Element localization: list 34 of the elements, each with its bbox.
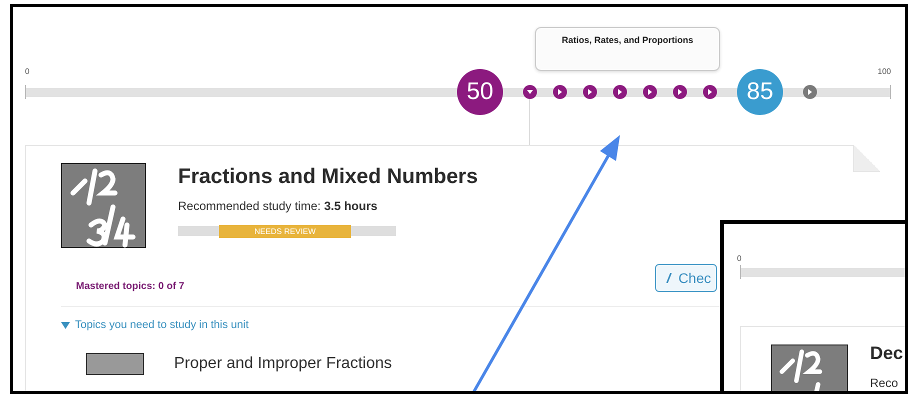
topic-title[interactable]: Proper and Improper Fractions <box>174 355 392 373</box>
step-marker[interactable] <box>523 85 537 99</box>
play-icon <box>557 89 563 95</box>
caret-down-icon <box>527 89 533 95</box>
play-icon <box>707 89 713 95</box>
topic-thumbnail <box>86 353 144 375</box>
mastered-topics-text: Mastered topics: 0 of 7 <box>76 281 184 292</box>
step-marker[interactable] <box>643 85 657 99</box>
play-icon <box>587 89 593 95</box>
unit-title: Fractions and Mixed Numbers <box>178 165 478 189</box>
step-marker[interactable] <box>613 85 627 99</box>
study-time-text: Reco <box>870 376 900 390</box>
check-button[interactable]: Chec <box>655 264 717 292</box>
unit-title: Dec <box>870 343 904 364</box>
topic-tooltip: Ratios, Rates, and Proportions <box>535 27 720 71</box>
scale-start-label: 0 <box>25 67 30 76</box>
step-marker[interactable] <box>673 85 687 99</box>
topics-toggle[interactable]: Topics you need to study in this unit <box>61 319 249 331</box>
play-icon <box>677 89 683 95</box>
pencil-icon <box>666 272 672 282</box>
play-icon <box>807 89 813 95</box>
score-bubble[interactable]: 85 <box>737 69 783 115</box>
scale-end-label: 100 <box>878 67 891 76</box>
caret-icon <box>61 322 70 328</box>
step-marker[interactable] <box>553 85 567 99</box>
study-time-text: Recommended study time: 3.5 hours <box>178 199 378 213</box>
step-marker[interactable] <box>703 85 717 99</box>
step-marker[interactable] <box>583 85 597 99</box>
score-bubble[interactable]: 50 <box>457 69 503 115</box>
play-icon <box>617 89 623 95</box>
scale-start-label: 0 <box>737 254 742 263</box>
play-icon <box>647 89 653 95</box>
step-marker[interactable] <box>803 85 817 99</box>
status-badge: NEEDS REVIEW <box>219 225 351 238</box>
